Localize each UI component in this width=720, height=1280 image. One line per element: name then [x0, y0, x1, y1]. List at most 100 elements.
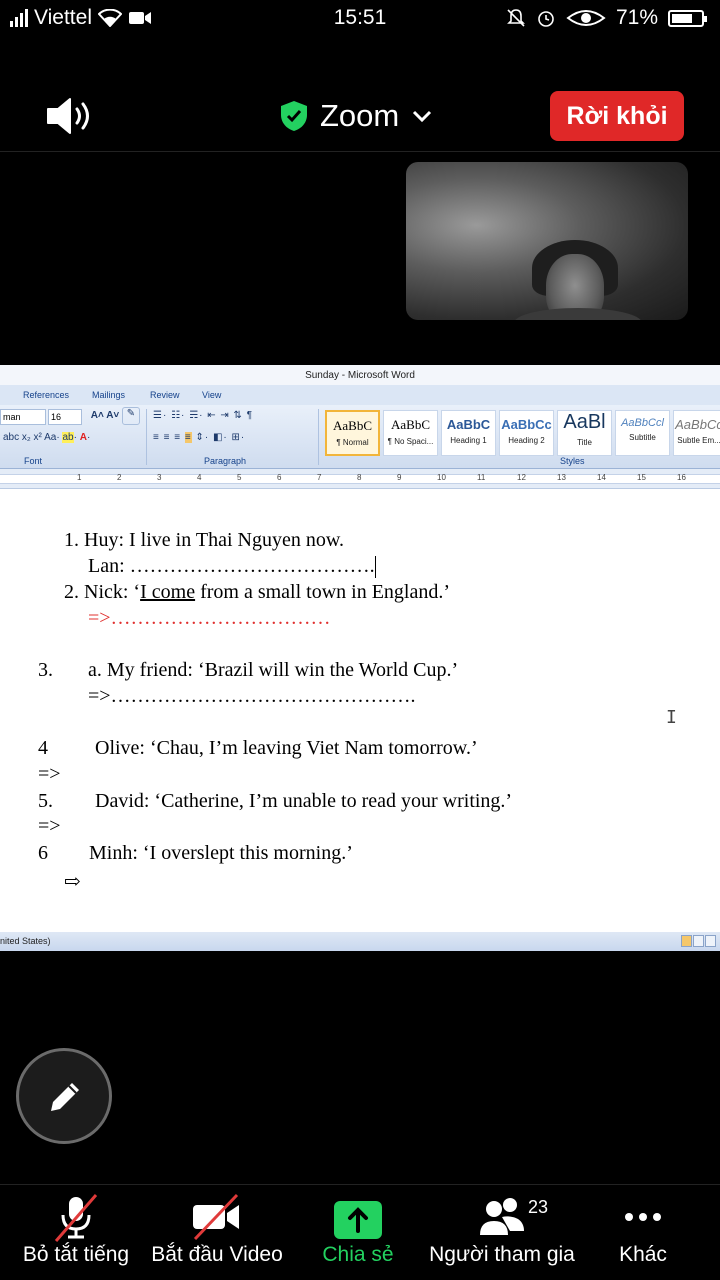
ruler-number: 8	[357, 473, 362, 482]
tab-mailings[interactable]: Mailings	[92, 390, 125, 400]
style-name: ¶ No Spaci...	[387, 437, 434, 446]
ruler-number: 2	[117, 473, 122, 482]
more-dots-icon	[625, 1213, 661, 1221]
microphone-muted-icon	[54, 1194, 98, 1242]
start-video-button[interactable]: Bắt đầu Video	[148, 1191, 286, 1267]
speaker-icon[interactable]	[44, 96, 96, 136]
ribbon-separator	[318, 409, 319, 465]
unmute-button[interactable]: Bỏ tắt tiếng	[18, 1191, 134, 1267]
doc-line-11: Minh: ‘I overslept this morning.’	[89, 842, 353, 864]
doc-text: from a small town in England.’	[195, 581, 451, 603]
participants-label: Người tham gia	[429, 1243, 575, 1266]
style-heading-1[interactable]: AaBbC Heading 1	[441, 410, 496, 456]
shield-check-icon	[281, 101, 307, 131]
eye-icon	[566, 10, 606, 26]
ribbon-separator	[146, 409, 147, 465]
doc-line-11-number: 6	[38, 842, 48, 864]
tab-view[interactable]: View	[202, 390, 221, 400]
style-subtitle[interactable]: AaBbCcl Subtitle	[615, 410, 670, 456]
participant-body	[514, 308, 642, 320]
tab-references[interactable]: References	[23, 390, 69, 400]
view-buttons[interactable]	[681, 935, 716, 947]
leave-button[interactable]: Rời khỏi	[550, 91, 684, 141]
list-buttons[interactable]: ☰· ☷· ☴· ⇤ ⇥ ⇅ ¶	[152, 409, 314, 427]
ruler-number: 12	[517, 473, 526, 482]
ruler-number: 11	[477, 473, 486, 482]
ruler-number: 3	[157, 473, 162, 482]
alarm-icon	[538, 11, 554, 27]
ruler-number: 1	[77, 473, 82, 482]
style-subtle-emphasis[interactable]: AaBbCc Subtle Em...	[673, 410, 720, 456]
doc-line-9: David: ‘Catherine, I’m unable to read yo…	[95, 790, 513, 812]
chevron-down-icon	[413, 110, 432, 123]
document-page[interactable]: 1. Huy: I live in Thai Nguyen now. Lan: …	[0, 495, 720, 935]
group-styles-label: Styles	[560, 456, 585, 466]
doc-text: Lan: ……………………………….	[88, 555, 375, 577]
self-video-thumbnail[interactable]	[406, 162, 688, 320]
share-label: Chia sẻ	[322, 1243, 394, 1266]
more-label: Khác	[619, 1243, 667, 1266]
battery-level	[672, 13, 692, 23]
font-format-buttons[interactable]: abc x₂ x² Aa· ab· A·	[2, 431, 142, 447]
start-video-label: Bắt đầu Video	[151, 1243, 283, 1266]
annotate-button[interactable]	[16, 1048, 112, 1144]
language-status[interactable]: nited States)	[0, 936, 51, 946]
style-heading-2[interactable]: AaBbCc Heading 2	[499, 410, 554, 456]
meeting-info-button[interactable]: Zoom	[280, 98, 433, 134]
style-sample: AaBbCc	[501, 417, 552, 432]
doc-line-10: =>	[38, 815, 61, 837]
ruler-number: 10	[437, 473, 446, 482]
participants-icon	[480, 1198, 524, 1235]
ribbon-tabs: References Mailings Review View	[0, 385, 720, 405]
icon-wrap	[148, 1191, 286, 1243]
word-status-bar: nited States)	[0, 932, 720, 951]
doc-line-7: Olive: ‘Chau, I’m leaving Viet Nam tomor…	[95, 737, 478, 759]
ruler-number: 16	[677, 473, 686, 482]
ruler-number: 9	[397, 473, 402, 482]
ruler-number: 5	[237, 473, 242, 482]
ruler-number: 7	[317, 473, 322, 482]
ribbon: man 16 A˄ A˅ ✎ abc x₂ x² Aa· ab· A· Font…	[0, 405, 720, 469]
battery-icon	[668, 9, 707, 27]
more-button[interactable]: Khác	[606, 1191, 680, 1267]
font-name-box[interactable]: man	[0, 409, 46, 425]
grow-shrink-font-buttons[interactable]: A˄ A˅	[86, 409, 124, 425]
style-sample: AaBbCcl	[621, 417, 664, 429]
pencil-icon	[51, 1083, 79, 1111]
ruler-number: 13	[557, 473, 566, 482]
participants-button[interactable]: 23 Người tham gia	[428, 1191, 576, 1267]
ruler-number: 15	[637, 473, 646, 482]
status-right: 71%	[506, 6, 707, 30]
style-name: ¶ Normal	[336, 438, 369, 447]
meeting-top-bar: Zoom Rời khỏi	[0, 80, 720, 152]
doc-line-1: 1. Huy: I live in Thai Nguyen now.	[64, 529, 344, 551]
shared-screen[interactable]: Sunday - Microsoft Word References Maili…	[0, 365, 720, 951]
icon-wrap	[606, 1191, 680, 1243]
style-name: Title	[577, 438, 592, 447]
doc-line-9-number: 5.	[38, 790, 53, 812]
style-sample: AaBbCc	[675, 417, 720, 432]
unmute-label: Bỏ tắt tiếng	[22, 1243, 130, 1266]
word-window-title: Sunday - Microsoft Word	[0, 365, 720, 385]
style-no-spacing[interactable]: AaBbC ¶ No Spaci...	[383, 410, 438, 456]
battery-percent: 71%	[615, 6, 658, 29]
clear-format-icon[interactable]: ✎	[122, 407, 140, 425]
style-normal[interactable]: AaBbC ¶ Normal	[325, 410, 380, 456]
icon-wrap: 23	[428, 1191, 576, 1243]
share-button[interactable]: Chia sẻ	[320, 1191, 396, 1267]
horizontal-ruler[interactable]: 1 2 3 4 5 6 7 8 9 10 11 12 13 14 15 16	[0, 469, 720, 489]
alignment-buttons[interactable]: ≡ ≡ ≡ ≡ ⇕· ◧· ⊞·	[152, 431, 314, 449]
tab-review[interactable]: Review	[150, 390, 180, 400]
style-name: Subtitle	[629, 433, 656, 442]
doc-underlined-text: I come	[140, 581, 196, 603]
meeting-title: Zoom	[320, 98, 400, 133]
group-font-label: Font	[24, 456, 43, 466]
style-sample: AaBl	[563, 411, 606, 433]
bell-off-icon	[507, 9, 525, 27]
text-caret	[374, 556, 376, 579]
font-size-box[interactable]: 16	[48, 409, 82, 425]
style-title[interactable]: AaBl Title	[557, 410, 612, 456]
doc-line-3: 2. Nick: ‘I come from a small town in En…	[64, 581, 450, 604]
doc-text: 2. Nick: ‘	[64, 581, 141, 603]
style-sample: AaBbC	[333, 418, 372, 433]
